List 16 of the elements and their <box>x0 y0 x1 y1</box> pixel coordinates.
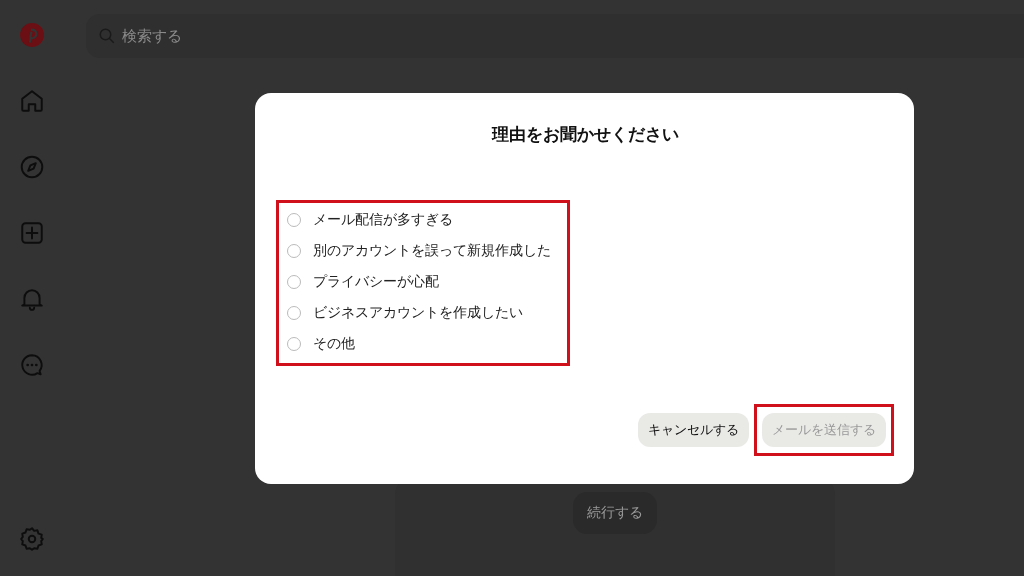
cancel-button[interactable]: キャンセルする <box>638 413 749 447</box>
search-field[interactable]: 検索する <box>86 14 1024 58</box>
home-icon[interactable] <box>19 88 45 114</box>
logo-icon[interactable] <box>19 22 45 48</box>
option-label: その他 <box>313 335 355 353</box>
chat-bubble-icon[interactable] <box>19 352 45 378</box>
settings-icon[interactable] <box>19 526 45 552</box>
option-label: 別のアカウントを誤って新規作成した <box>313 242 551 260</box>
continue-button[interactable]: 続行する <box>573 492 657 534</box>
option-label: プライバシーが心配 <box>313 273 439 291</box>
compass-icon[interactable] <box>19 154 45 180</box>
bell-icon[interactable] <box>19 286 45 312</box>
option-label: ビジネスアカウントを作成したい <box>313 304 523 322</box>
plus-square-icon[interactable] <box>19 220 45 246</box>
dialog-title: 理由をお聞かせください <box>490 123 680 146</box>
option-label: メール配信が多すぎる <box>313 211 453 229</box>
